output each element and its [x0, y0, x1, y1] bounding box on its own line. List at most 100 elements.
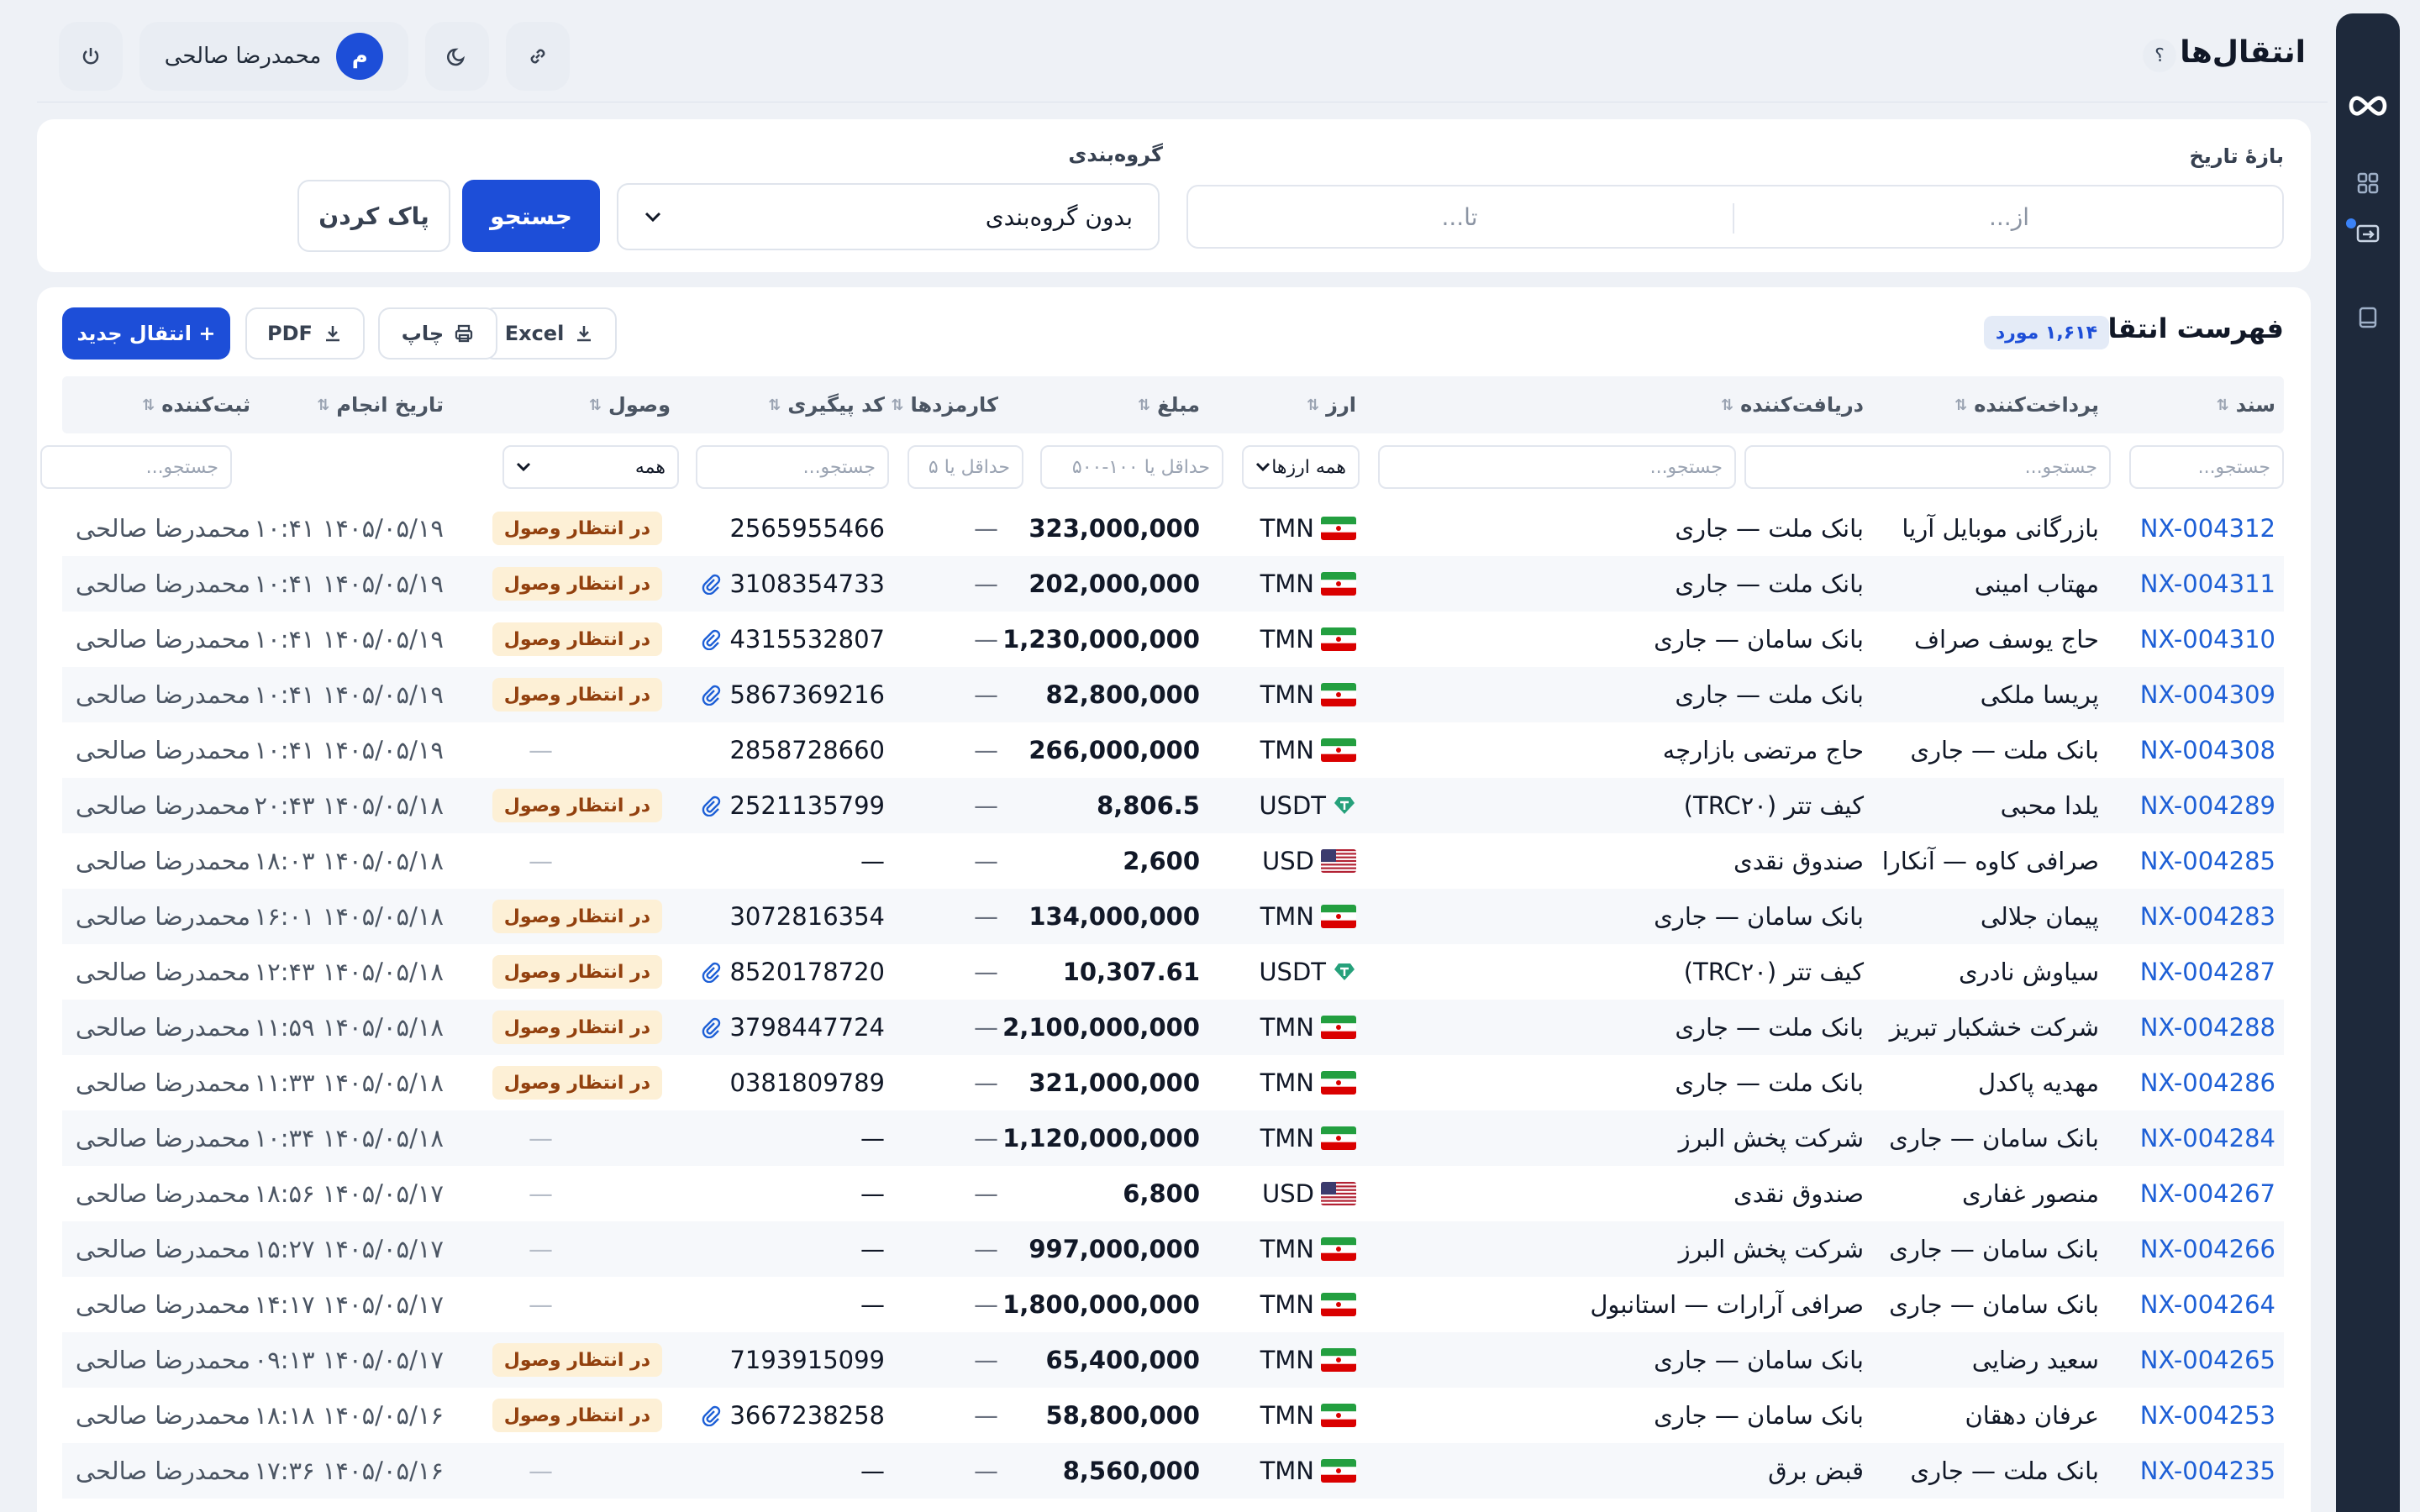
- doc-link[interactable]: NX-004284: [2133, 1110, 2275, 1166]
- tracking-cell: 3798447724: [683, 1000, 885, 1055]
- doc-filter-input[interactable]: جستجو...: [2129, 445, 2284, 489]
- dashboard-grid-icon[interactable]: [2354, 170, 2381, 197]
- date-cell: ۱۴۰۵/۰۵/۱۸ ۱۱:۵۹: [255, 1000, 444, 1055]
- transfer-icon[interactable]: [2354, 220, 2381, 247]
- registrar-cell: محمدرضا صالحی: [66, 556, 250, 612]
- table-row[interactable]: NX-004265 سعید رضایی بانک سامان — جاری TMN 6…: [62, 1332, 2284, 1388]
- column-header[interactable]: کارمزدها ⇅: [891, 376, 998, 433]
- column-header[interactable]: سند ⇅: [2217, 376, 2275, 433]
- date-cell: ۱۴۰۵/۰۵/۱۸ ۲۰:۴۳: [255, 778, 444, 833]
- clear-button[interactable]: پاک کردن: [297, 180, 450, 252]
- infinity-logo-icon[interactable]: [2346, 87, 2390, 124]
- doc-link[interactable]: NX-004289: [2133, 778, 2275, 833]
- payee-filter-input[interactable]: جستجو...: [1378, 445, 1736, 489]
- paperclip-icon[interactable]: [699, 573, 721, 595]
- column-header[interactable]: دریافت‌کننده ⇅: [1721, 376, 1864, 433]
- payer-name: عرفان دهقان: [1965, 1401, 2099, 1430]
- column-header[interactable]: ارز ⇅: [1307, 376, 1356, 433]
- registrar-filter-input[interactable]: جستجو...: [40, 445, 232, 489]
- new-transfer-button[interactable]: + انتقال جدید: [62, 307, 230, 360]
- search-button[interactable]: جستجو: [462, 180, 600, 252]
- logout-button[interactable]: [59, 22, 123, 91]
- column-header[interactable]: وصول ⇅: [589, 376, 671, 433]
- table-row[interactable]: NX-004235 بانک ملت — جاری قبض برق TMN 8,560,…: [62, 1443, 2284, 1499]
- table-row[interactable]: NX-004310 حاج یوسف صراف بانک سامان — جاری T…: [62, 612, 2284, 667]
- export-pdf-button[interactable]: PDF: [245, 307, 365, 360]
- doc-link[interactable]: NX-004264: [2133, 1277, 2275, 1332]
- doc-link[interactable]: NX-004312: [2133, 501, 2275, 556]
- amount-value: 202,000,000: [1028, 570, 1200, 598]
- doc-link[interactable]: NX-004253: [2133, 1388, 2275, 1443]
- status-filter-select[interactable]: همه: [502, 445, 679, 489]
- paperclip-icon[interactable]: [699, 795, 721, 816]
- payer-cell: منصور غفاری: [1902, 1166, 2099, 1221]
- table-row[interactable]: NX-004283 پیمان جلالی بانک سامان — جاری TMN…: [62, 889, 2284, 944]
- doc-link[interactable]: NX-004265: [2133, 1332, 2275, 1388]
- fee-cell: —: [889, 944, 998, 1000]
- doc-link[interactable]: NX-004308: [2133, 722, 2275, 778]
- table-row[interactable]: NX-004266 بانک سامان — جاری شرکت پخش البرز…: [62, 1221, 2284, 1277]
- paperclip-icon[interactable]: [699, 961, 721, 983]
- transfers-table: سند ⇅ پرداخت‌کننده ⇅ دریافت‌کننده ⇅ ارز ⇅ مبلغ ⇅ ک…: [40, 376, 2284, 1499]
- date-cell: ۱۴۰۵/۰۵/۱۹ ۱۰:۴۱: [255, 722, 444, 778]
- payer-cell: مهتاب امینی: [1902, 556, 2099, 612]
- table-row[interactable]: NX-004267 منصور غفاری صندوق نقدی USD 6,800 — —…: [62, 1166, 2284, 1221]
- date-value: ۱۴۰۵/۰۵/۱۸ ۱۸:۰۳: [254, 847, 444, 875]
- table-row[interactable]: NX-004287 سیاوش نادری کیف تتر (TRC۲۰) USDT 1…: [62, 944, 2284, 1000]
- table-row[interactable]: NX-004264 بانک سامان — جاری صرافی آرارات —…: [62, 1277, 2284, 1332]
- share-link-button[interactable]: [506, 22, 570, 91]
- payer-cell: صرافی کاوه — آنکارا: [1882, 833, 2099, 889]
- table-row[interactable]: NX-004288 شرکت خشکبار تبریز بانک ملت — جار…: [62, 1000, 2284, 1055]
- book-icon[interactable]: [2354, 304, 2381, 331]
- table-row[interactable]: NX-004312 بازرگانی موبایل آریا بانک ملت — …: [62, 501, 2284, 556]
- table-row[interactable]: NX-004308 بانک ملت — جاری حاج مرتضی بازارچ…: [62, 722, 2284, 778]
- date-value: ۱۴۰۵/۰۵/۱۹ ۱۰:۴۱: [254, 736, 444, 764]
- theme-toggle-button[interactable]: [425, 22, 489, 91]
- help-icon[interactable]: ؟: [2143, 39, 2176, 72]
- column-header[interactable]: تاریخ انجام ⇅: [317, 376, 444, 433]
- user-menu[interactable]: م محمدرضا صالحی: [139, 22, 408, 91]
- table-row[interactable]: NX-004286 مهدیه پاکدل بانک ملت — جاری TMN 32…: [62, 1055, 2284, 1110]
- doc-link[interactable]: NX-004235: [2133, 1443, 2275, 1499]
- table-row[interactable]: NX-004289 یلدا محبی کیف تتر (TRC۲۰) USDT 8,8…: [62, 778, 2284, 833]
- doc-link[interactable]: NX-004309: [2133, 667, 2275, 722]
- table-row[interactable]: NX-004285 صرافی کاوه — آنکارا صندوق نقدی US…: [62, 833, 2284, 889]
- paperclip-icon[interactable]: [699, 684, 721, 706]
- table-row[interactable]: NX-004311 مهتاب امینی بانک ملت — جاری TMN 20…: [62, 556, 2284, 612]
- table-row[interactable]: NX-004284 بانک سامان — جاری شرکت پخش البرز…: [62, 1110, 2284, 1166]
- doc-link[interactable]: NX-004286: [2133, 1055, 2275, 1110]
- payer-filter-input[interactable]: جستجو...: [1744, 445, 2111, 489]
- export-excel-button[interactable]: Excel: [482, 307, 617, 360]
- paperclip-icon[interactable]: [699, 1016, 721, 1038]
- tracking-code: 2565955466: [729, 514, 885, 543]
- grouping-select[interactable]: بدون گروه‌بندی: [617, 183, 1160, 250]
- currency-cell: TMN: [1230, 1443, 1356, 1499]
- date-from-input[interactable]: از...: [1736, 186, 2282, 247]
- paperclip-icon[interactable]: [699, 1404, 721, 1426]
- column-header[interactable]: کد پیگیری ⇅: [768, 376, 885, 433]
- doc-link[interactable]: NX-004266: [2133, 1221, 2275, 1277]
- registrar-cell: محمدرضا صالحی: [66, 1055, 250, 1110]
- doc-link[interactable]: NX-004267: [2133, 1166, 2275, 1221]
- doc-link[interactable]: NX-004285: [2133, 833, 2275, 889]
- amount-filter-input[interactable]: حداقل یا ۱۰۰-۵۰۰: [1040, 445, 1223, 489]
- fee-filter-input[interactable]: حداقل یا ۵: [908, 445, 1023, 489]
- column-header[interactable]: ثبت‌کننده ⇅: [142, 376, 250, 433]
- column-header[interactable]: پرداخت‌کننده ⇅: [1954, 376, 2099, 433]
- doc-link[interactable]: NX-004310: [2133, 612, 2275, 667]
- doc-link[interactable]: NX-004311: [2133, 556, 2275, 612]
- tracking-code: 0381809789: [729, 1068, 885, 1097]
- doc-link[interactable]: NX-004288: [2133, 1000, 2275, 1055]
- table-row[interactable]: NX-004309 پریسا ملکی بانک ملت — جاری TMN 82,…: [62, 667, 2284, 722]
- currency-code: TMN: [1260, 1290, 1314, 1319]
- column-header[interactable]: مبلغ ⇅: [1138, 376, 1200, 433]
- table-row[interactable]: NX-004253 عرفان دهقان بانک سامان — جاری TMN…: [62, 1388, 2284, 1443]
- date-to-input[interactable]: تا...: [1186, 186, 1733, 247]
- doc-link[interactable]: NX-004283: [2133, 889, 2275, 944]
- tracking-filter-input[interactable]: جستجو...: [696, 445, 889, 489]
- paperclip-icon[interactable]: [699, 628, 721, 650]
- doc-link[interactable]: NX-004287: [2133, 944, 2275, 1000]
- print-button[interactable]: چاپ: [378, 307, 497, 360]
- chevron-down-icon: [1255, 462, 1270, 472]
- currency-filter-select[interactable]: همه ارزها: [1242, 445, 1360, 489]
